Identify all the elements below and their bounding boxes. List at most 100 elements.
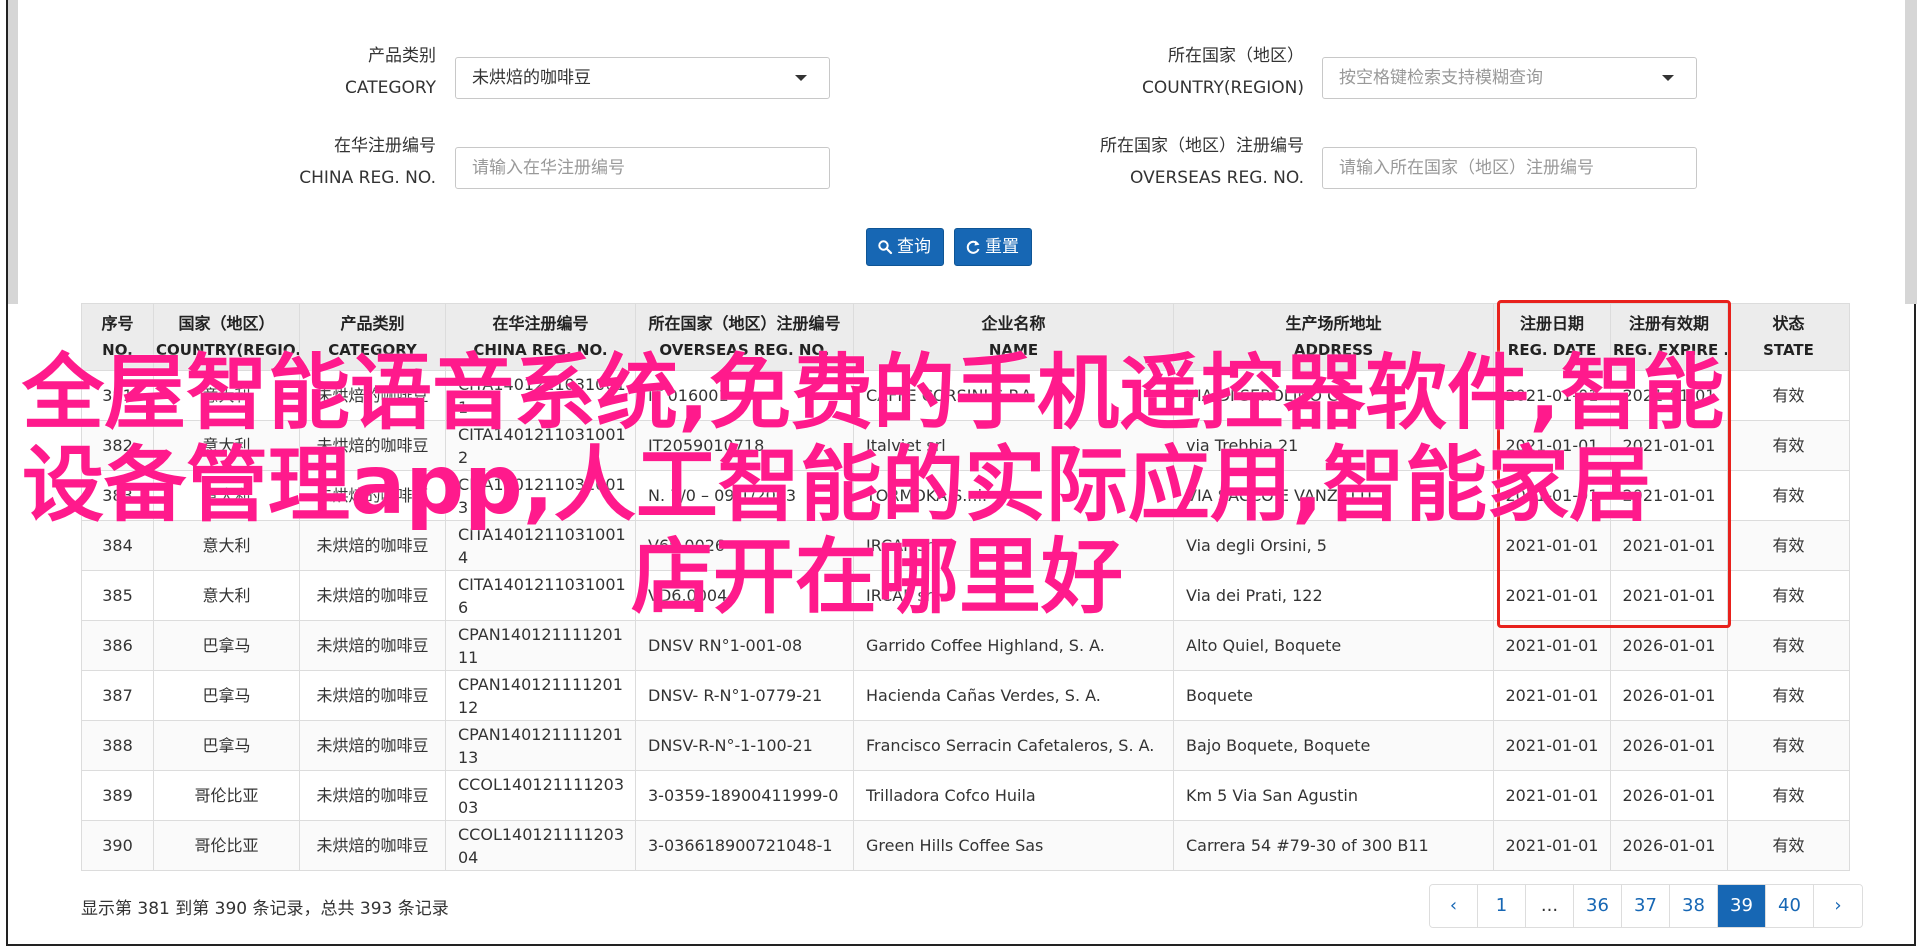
china-reg-input[interactable]: 请输入在华注册编号 [455,147,830,189]
reg-expire-cell: 2026-01-01 [1610,670,1728,721]
reg-expire-cell: 2026-01-01 [1610,620,1728,671]
overlay-line-3: 店开在哪里好 [630,530,1123,625]
search-button[interactable]: 查询 [866,228,944,266]
address-cell: Alto Quiel, Boquete [1173,620,1494,671]
page-button[interactable]: 36 [1574,885,1622,927]
state-cell: 有效 [1727,670,1850,721]
category-label-en: CATEGORY [345,78,436,98]
category-select[interactable]: 未烘焙的咖啡豆 [455,57,830,99]
reg-date-cell: 2021-01-01 [1493,670,1611,721]
reset-button-label: 重置 [985,237,1019,257]
column-header-cn: 产品类别 [340,314,405,333]
reg-date-cell: 2021-01-01 [1493,720,1611,771]
overseas-reg-cell: DNSV RN°1-001-08 [635,620,854,671]
name-cell: Hacienda Cañas Verdes, S. A. [853,670,1174,721]
china-reg-cell: CPAN14012111120113 [445,720,636,771]
page-button[interactable]: 1 [1478,885,1526,927]
row-number: 389 [81,770,154,821]
state-cell: 有效 [1727,620,1850,671]
row-number: 388 [81,720,154,771]
reg-expire-cell: 2026-01-01 [1610,770,1728,821]
china-reg-cell: CCOL14012111120303 [445,770,636,821]
address-cell: Km 5 Via San Agustin [1173,770,1494,821]
column-header-cn: 企业名称 [981,314,1046,333]
name-cell: Green Hills Coffee Sas [853,820,1174,871]
page-button[interactable]: 37 [1622,885,1670,927]
name-cell: Garrido Coffee Highland, S. A. [853,620,1174,671]
left-scroll-gutter [8,0,18,304]
country-cell: 巴拿马 [153,720,300,771]
reset-button[interactable]: 重置 [954,228,1032,266]
table-row[interactable]: 390 哥伦比亚 未烘焙的咖啡豆 CCOL14012111120304 3-036618… [81,820,1850,871]
country-cell: 巴拿马 [153,620,300,671]
row-number: 386 [81,620,154,671]
page-button[interactable]: 40 [1766,885,1814,927]
next-page-button[interactable]: › [1814,885,1862,927]
china-reg-cell: CPAN14012111120112 [445,670,636,721]
overseas-reg-cell: DNSV- R-N°1-0779-21 [635,670,854,721]
address-cell: Boquete [1173,670,1494,721]
reg-date-cell: 2021-01-01 [1493,770,1611,821]
overseas-reg-cell: 3-0359-18900411999-0 [635,770,854,821]
reg-date-cell: 2021-01-01 [1493,620,1611,671]
overlay-line-2: 设备管理app,人工智能的实际应用,智能家居 [22,438,1652,533]
table-row[interactable]: 387 巴拿马 未烘焙的咖啡豆 CPAN14012111120112 DNSV- R-N… [81,670,1850,721]
reg-expire-cell: 2026-01-01 [1610,720,1728,771]
category-cell: 未烘焙的咖啡豆 [299,620,446,671]
country-cell: 哥伦比亚 [153,770,300,821]
row-number: 390 [81,820,154,871]
right-scroll-gutter [1905,0,1917,304]
prev-page-button[interactable]: ‹ [1430,885,1478,927]
search-icon [878,240,893,255]
country-label-en: COUNTRY(REGION) [1141,78,1304,98]
country-select-placeholder: 按空格键检索支持模糊查询 [1339,68,1543,88]
china-reg-label: 在华注册编号 CHINA REG. NO. [270,130,436,194]
promo-overlay-text: 全屋智能语音系统,免费的手机遥控器软件,智能 设备管理app,人工智能的实际应用… [22,348,1852,624]
column-header-cn: 国家（地区） [178,314,275,333]
overseas-reg-cell: 3-036618900721048-1 [635,820,854,871]
address-cell: Bajo Boquete, Boquete [1173,720,1494,771]
page-ellipsis[interactable]: ... [1526,885,1574,927]
records-summary: 显示第 381 到第 390 条记录，总共 393 条记录 [81,899,449,919]
category-select-value: 未烘焙的咖啡豆 [472,68,591,88]
overseas-reg-input[interactable]: 请输入所在国家（地区）注册编号 [1322,147,1697,189]
chevron-down-icon [1662,75,1674,81]
refresh-icon [966,240,980,254]
country-select[interactable]: 按空格键检索支持模糊查询 [1322,57,1697,99]
chevron-down-icon [795,75,807,81]
category-cell: 未烘焙的咖啡豆 [299,820,446,871]
table-row[interactable]: 388 巴拿马 未烘焙的咖啡豆 CPAN14012111120113 DNSV-R-N°… [81,720,1850,771]
pagination: ‹ 1... 36 37 38 39 40 › [1429,884,1863,928]
overseas-reg-label: 所在国家（地区）注册编号 OVERSEAS REG. NO. [1060,130,1304,194]
name-cell: Trilladora Cofco Huila [853,770,1174,821]
category-cell: 未烘焙的咖啡豆 [299,720,446,771]
category-cell: 未烘焙的咖啡豆 [299,670,446,721]
country-label: 所在国家（地区） COUNTRY(REGION) [1060,40,1304,104]
overlay-line-1: 全屋智能语音系统,免费的手机遥控器软件,智能 [22,346,1725,441]
china-reg-input-placeholder: 请输入在华注册编号 [472,158,625,178]
page-button[interactable]: 39 [1718,885,1766,927]
china-reg-cell: CCOL14012111120304 [445,820,636,871]
table-row[interactable]: 386 巴拿马 未烘焙的咖啡豆 CPAN14012111120111 DNSV RN°1… [81,620,1850,671]
state-cell: 有效 [1727,720,1850,771]
reg-expire-cell: 2026-01-01 [1610,820,1728,871]
table-row[interactable]: 389 哥伦比亚 未烘焙的咖啡豆 CCOL14012111120303 3-0359-1… [81,770,1850,821]
overseas-reg-label-en: OVERSEAS REG. NO. [1130,168,1304,188]
name-cell: Francisco Serracin Cafetaleros, S. A. [853,720,1174,771]
search-button-label: 查询 [897,237,931,257]
reg-date-cell: 2021-01-01 [1493,820,1611,871]
country-label-cn: 所在国家（地区） [1168,46,1304,66]
column-header-cn: 生产场所地址 [1285,314,1382,333]
row-number: 387 [81,670,154,721]
column-header-cn: 所在国家（地区）注册编号 [648,314,841,333]
state-cell: 有效 [1727,820,1850,871]
overseas-reg-cell: DNSV-R-N°-1-100-21 [635,720,854,771]
china-reg-label-en: CHINA REG. NO. [299,168,436,188]
china-reg-label-cn: 在华注册编号 [334,136,436,156]
country-cell: 哥伦比亚 [153,820,300,871]
state-cell: 有效 [1727,770,1850,821]
overseas-reg-label-cn: 所在国家（地区）注册编号 [1100,136,1304,156]
page-button[interactable]: 38 [1670,885,1718,927]
column-header-cn: 状态 [1772,314,1805,333]
overseas-reg-input-placeholder: 请输入所在国家（地区）注册编号 [1339,158,1594,178]
